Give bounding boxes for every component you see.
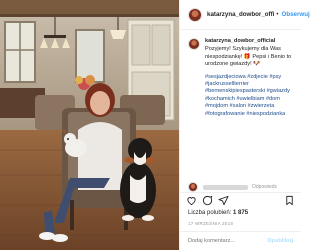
caption-text: Pozyjemy! Szykujemy dla Was niespodziank…: [205, 46, 292, 68]
comment-input[interactable]: [188, 238, 268, 244]
hashtag-line[interactable]: #sesjazdjeciowa #zdjecie #psy: [205, 74, 297, 81]
heart-icon[interactable]: [186, 195, 197, 206]
commenter-avatar[interactable]: [188, 182, 198, 192]
action-bar: [180, 192, 301, 208]
comment-text-placeholder: [203, 184, 248, 190]
share-icon[interactable]: [218, 195, 229, 206]
hashtag-line[interactable]: #jackrussellterrier: [205, 81, 297, 88]
author-avatar[interactable]: [188, 7, 202, 22]
likes-count[interactable]: Liczba polubień: 1 875: [188, 210, 248, 216]
hashtag-line[interactable]: #mojdom #salon #zwierzeta: [205, 103, 297, 110]
post-photo[interactable]: [0, 0, 179, 250]
post-side-panel: katarzyna_dowbor_offi • Obserwuj katarzy…: [179, 0, 310, 250]
caption-author-avatar[interactable]: [188, 38, 200, 50]
bookmark-icon[interactable]: [284, 195, 295, 206]
post-date: 17 WRZEŚNIA 2018: [188, 221, 234, 226]
caption-body: katarzyna_dowbor_official Pozyjemy! Szyk…: [205, 38, 297, 118]
likes-number: 1 875: [233, 210, 249, 216]
reply-button[interactable]: Odpowiedz: [252, 184, 277, 190]
post-header: katarzyna_dowbor_offi • Obserwuj: [180, 0, 310, 30]
comment-row: Odpowiedz: [188, 182, 298, 192]
hashtag-line[interactable]: #bernenskipiespasterski #gwiazdy: [205, 88, 297, 95]
caption-username[interactable]: katarzyna_dowbor_official: [205, 38, 297, 45]
header-separator: •: [276, 11, 279, 18]
add-comment-bar: Opublikuj: [180, 231, 301, 250]
hashtag-line[interactable]: #kochamich #uwielbiam #dom: [205, 96, 297, 103]
post-caption: katarzyna_dowbor_official Pozyjemy! Szyk…: [188, 38, 298, 118]
author-username[interactable]: katarzyna_dowbor_offi: [207, 11, 274, 18]
hashtag-line[interactable]: #fotografowanie #niespodzianka: [205, 111, 297, 118]
post-photo-image: [0, 0, 179, 250]
comment-icon[interactable]: [202, 195, 213, 206]
follow-button[interactable]: Obserwuj: [282, 11, 310, 18]
likes-prefix: Liczba polubień:: [188, 210, 234, 216]
publish-button[interactable]: Opublikuj: [267, 238, 293, 244]
hashtag-list: #sesjazdjeciowa #zdjecie #psy #jackrusse…: [205, 74, 297, 118]
